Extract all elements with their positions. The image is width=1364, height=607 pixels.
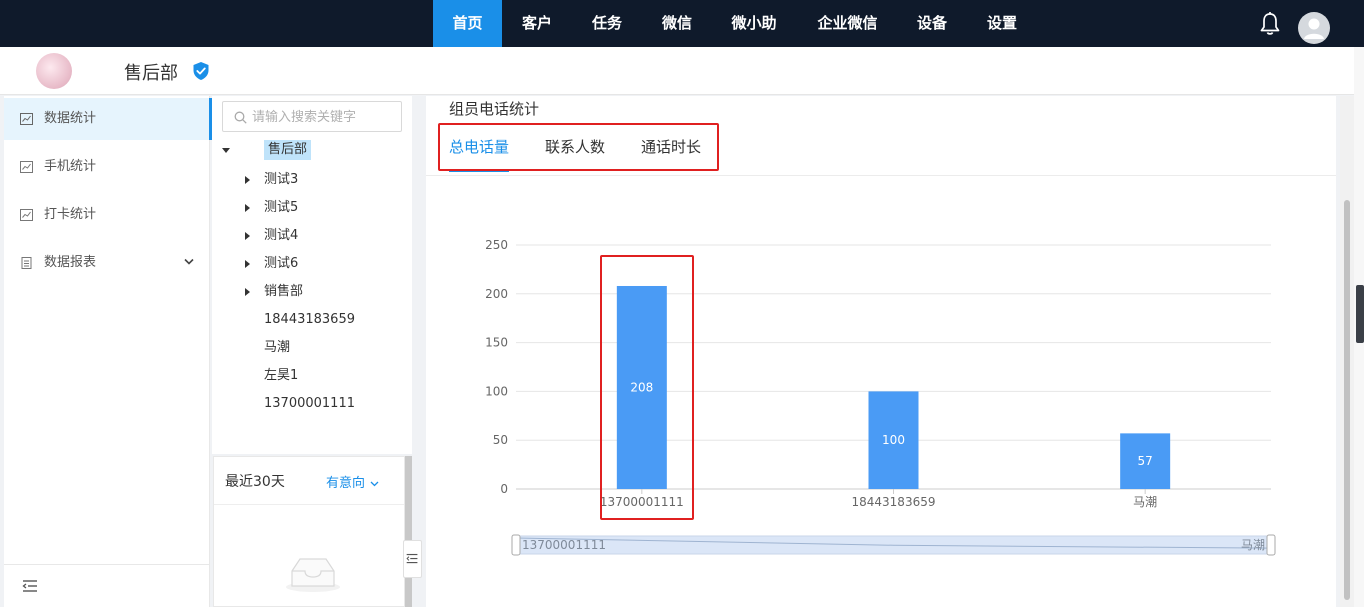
tree-node[interactable]: 测试4 [245, 226, 405, 246]
x-tick-label: 马潮 [1133, 494, 1157, 509]
user-icon [1304, 18, 1324, 39]
menu-item-checkin-statistics[interactable]: 打卡统计 [4, 194, 210, 236]
menu-item-data-report[interactable]: 数据报表 [4, 242, 210, 284]
intent-filter-label: 有意向 [326, 476, 366, 491]
panel-fold-handle[interactable] [403, 540, 422, 578]
org-header: 售后部 [0, 47, 1354, 95]
bell-icon[interactable] [1258, 11, 1282, 37]
tree-member[interactable]: 18443183659 [264, 310, 355, 330]
left-menu: 数据统计 手机统计 打卡统计 数据报表 [4, 96, 212, 607]
tree-node-label: 销售部 [264, 284, 304, 299]
tree-node-label: 测试5 [264, 200, 299, 215]
search-input[interactable] [252, 106, 397, 128]
tree-node[interactable]: 销售部 [245, 282, 405, 302]
recent-panel: 最近30天 有意向 [213, 456, 405, 607]
x-tick-label: 18443183659 [852, 495, 936, 509]
tree-node[interactable]: 测试3 [245, 170, 405, 190]
org-tree-panel: 售后部 测试3 测试5 测试4 测试6 销售部 18443183659 马潮 左… [212, 96, 412, 454]
panel-scrollbar[interactable] [405, 456, 412, 607]
chart-icon [20, 161, 33, 173]
panel-divider [214, 504, 404, 505]
main-content: 组员电话统计 总电话量 联系人数 通话时长 0 50 100 150 200 250 208… [426, 96, 1336, 607]
collapse-menu-icon[interactable] [22, 579, 38, 593]
tree-member[interactable]: 左昊1 [264, 366, 298, 386]
tree-node[interactable]: 测试6 [245, 254, 405, 274]
nav-home[interactable]: 首页 [433, 0, 502, 47]
shield-check-icon [193, 62, 209, 80]
menu-item-phone-statistics[interactable]: 手机统计 [4, 146, 210, 188]
tree-node-label: 测试6 [264, 256, 299, 271]
caret-right-icon[interactable] [245, 260, 250, 268]
menu-item-label: 打卡统计 [44, 207, 97, 222]
bar-value-label: 57 [1138, 454, 1153, 468]
chevron-down-icon [184, 258, 194, 265]
org-name: 售后部 [124, 63, 178, 84]
nav-settings[interactable]: 设置 [968, 0, 1036, 47]
data-zoom-end-label: 马潮 [1241, 537, 1265, 552]
data-zoom-start-label: 13700001111 [522, 538, 606, 552]
chart-icon [20, 113, 33, 125]
tree-node-label: 测试4 [264, 228, 299, 243]
y-tick-label: 200 [485, 287, 508, 301]
tree-node-label: 测试3 [264, 172, 299, 187]
menu-item-label: 数据报表 [44, 255, 97, 270]
chevron-down-icon [370, 481, 379, 487]
caret-right-icon[interactable] [245, 232, 250, 240]
y-tick-label: 150 [485, 336, 508, 350]
main-scrollbar[interactable] [1340, 96, 1354, 607]
tree-node[interactable]: 测试5 [245, 198, 405, 218]
menu-item-data-statistics[interactable]: 数据统计 [4, 98, 212, 140]
y-tick-label: 50 [493, 433, 508, 447]
intent-filter-dropdown[interactable]: 有意向 [326, 472, 379, 491]
tree-member[interactable]: 马潮 [264, 338, 290, 358]
nav-wechat[interactable]: 微信 [643, 0, 711, 47]
side-tab[interactable] [1356, 285, 1364, 343]
nav-enterprise-wechat[interactable]: 企业微信 [800, 0, 895, 47]
tree-member[interactable]: 13700001111 [264, 394, 355, 414]
tree-root-node[interactable]: 售后部 [222, 140, 412, 160]
y-tick-label: 0 [500, 482, 508, 496]
nav-tasks[interactable]: 任务 [573, 0, 641, 47]
recent-title: 最近30天 [225, 474, 285, 490]
caret-down-icon[interactable] [222, 148, 230, 153]
menu-item-label: 数据统计 [44, 111, 97, 126]
y-tick-label: 100 [485, 384, 508, 398]
caret-right-icon[interactable] [245, 204, 250, 212]
x-tick-label: 13700001111 [600, 495, 684, 509]
bar-chart: 0 50 100 150 200 250 208 13700001111 100 18443183… [485, 238, 1276, 556]
nav-devices[interactable]: 设备 [898, 0, 966, 47]
empty-inbox-icon [286, 558, 340, 592]
org-avatar [36, 53, 72, 89]
menu-item-label: 手机统计 [44, 159, 97, 174]
scrollbar-thumb[interactable] [1344, 200, 1350, 600]
tree-node-label: 售后部 [264, 140, 312, 160]
user-avatar[interactable] [1298, 12, 1330, 44]
bar-value-label: 208 [630, 380, 653, 394]
y-tick-label: 250 [485, 238, 508, 252]
chart-icon [20, 209, 33, 221]
bar-value-label: 100 [882, 433, 905, 447]
top-navigation: 首页 客户 任务 微信 微小助 企业微信 设备 设置 [0, 0, 1364, 47]
menu-divider [4, 564, 210, 565]
caret-right-icon[interactable] [245, 176, 250, 184]
fold-menu-icon [406, 553, 418, 564]
nav-customers[interactable]: 客户 [503, 0, 571, 47]
data-zoom-handle[interactable] [511, 534, 521, 556]
tree-search [222, 101, 402, 132]
data-zoom-handle[interactable] [1266, 534, 1276, 556]
search-icon [234, 111, 247, 124]
table-icon [21, 257, 32, 269]
caret-right-icon[interactable] [245, 288, 250, 296]
nav-wechat-assistant[interactable]: 微小助 [713, 0, 795, 47]
